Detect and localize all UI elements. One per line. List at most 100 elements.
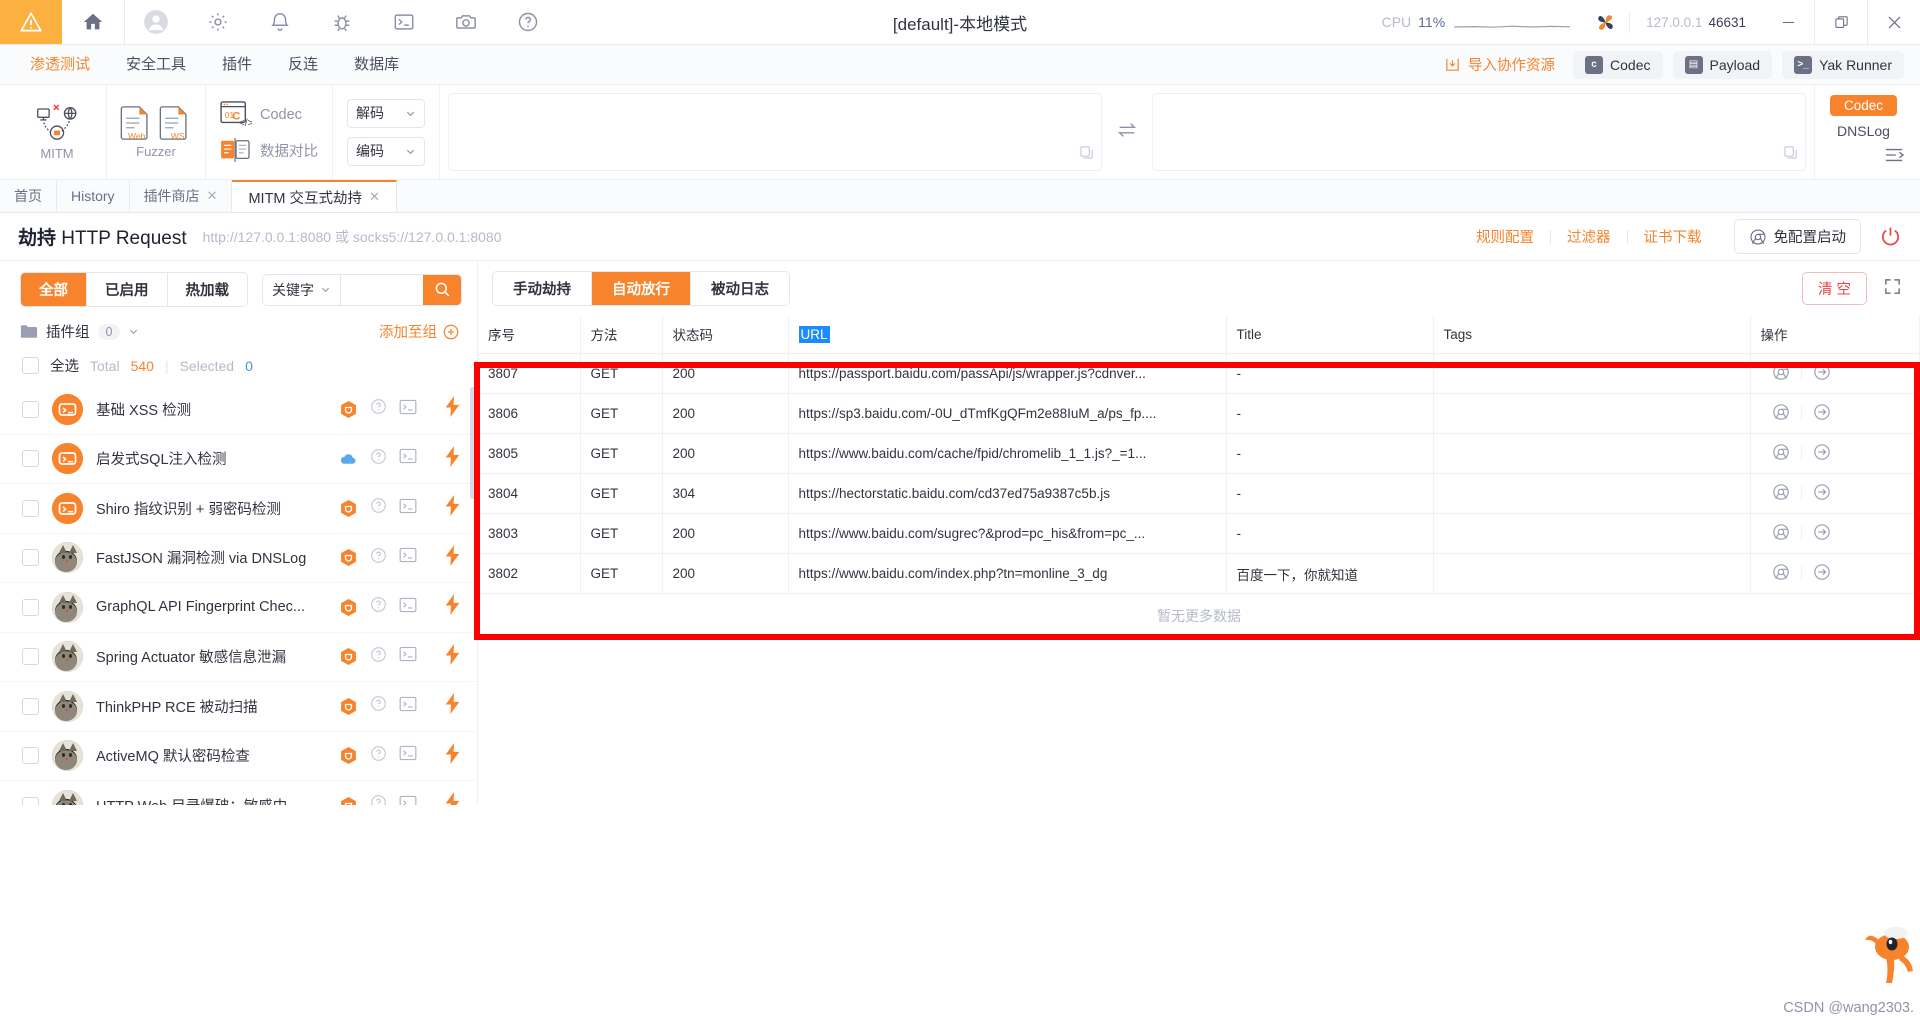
bug-icon[interactable] (311, 0, 373, 45)
close-icon[interactable]: ✕ (369, 189, 380, 205)
terminal-icon[interactable] (399, 498, 417, 519)
import-resource-button[interactable]: 导入协作资源 (1436, 50, 1563, 79)
table-row[interactable]: 3802 GET 200 https://www.baidu.com/index.ph… (478, 553, 1920, 594)
home-icon[interactable] (62, 0, 124, 45)
column-header-id[interactable]: 序号 (478, 315, 581, 354)
plugin-list-item[interactable]: Spring Actuator 敏感信息泄漏 (0, 633, 477, 682)
run-plugin-icon[interactable] (444, 594, 461, 620)
forward-request-icon[interactable] (1802, 363, 1842, 384)
open-in-browser-icon[interactable] (1761, 443, 1801, 464)
column-header-url[interactable]: URL (788, 315, 1227, 354)
plugin-list-item[interactable]: 基础 XSS 检测 (0, 385, 477, 435)
terminal-icon[interactable] (399, 399, 417, 420)
camera-icon[interactable] (435, 0, 497, 45)
column-header-ops[interactable]: 操作 (1750, 315, 1920, 354)
copy-icon[interactable] (1079, 145, 1094, 165)
plugin-checkbox[interactable] (22, 549, 39, 567)
chevron-down-icon[interactable] (128, 326, 139, 337)
table-row[interactable]: 3803 GET 200 https://www.baidu.com/sugrec?&… (478, 513, 1920, 554)
add-to-group-button[interactable]: 添加至组 (379, 321, 459, 342)
filter-enabled-button[interactable]: 已启用 (87, 273, 168, 306)
tab-plugin-store[interactable]: 插件商店 ✕ (129, 180, 233, 212)
help-icon[interactable] (370, 745, 387, 767)
help-icon[interactable] (370, 398, 387, 420)
codec-rail-pill[interactable]: Codec (1829, 95, 1898, 116)
plugin-list-item[interactable]: FastJSON 漏洞检测 via DNSLog (0, 534, 477, 583)
plugin-list-item[interactable]: ThinkPHP RCE 被动扫描 (0, 682, 477, 732)
fuzzer-button[interactable]: Web WS Fuzzer (120, 105, 189, 159)
forward-request-icon[interactable] (1802, 483, 1842, 504)
tab-home[interactable]: 首页 (0, 180, 57, 212)
plugin-checkbox[interactable] (22, 450, 39, 468)
run-plugin-icon[interactable] (444, 643, 461, 670)
tab-mitm-hijack[interactable]: MITM 交互式劫持 ✕ (232, 180, 397, 212)
run-plugin-icon[interactable] (444, 544, 461, 571)
column-header-title[interactable]: Title (1226, 315, 1434, 354)
close-icon[interactable]: ✕ (207, 188, 218, 204)
payload-quick-button[interactable]: ▤ Payload (1672, 50, 1773, 79)
no-config-launch-button[interactable]: 免配置启动 (1733, 219, 1861, 254)
plugin-checkbox[interactable] (22, 648, 39, 666)
terminal-icon[interactable] (399, 646, 417, 667)
menu-item-database[interactable]: 数据库 (336, 45, 417, 85)
plugin-list-item[interactable]: 启发式SQL注入检测 (0, 435, 477, 484)
pinwheel-icon[interactable] (1582, 11, 1629, 34)
run-plugin-icon[interactable] (444, 495, 461, 521)
table-row[interactable]: 3805 GET 200 https://www.baidu.com/cache/fp… (478, 433, 1920, 474)
power-icon[interactable] (1879, 225, 1902, 248)
filter-all-button[interactable]: 全部 (21, 273, 87, 306)
tab-passive-log[interactable]: 被动日志 (691, 272, 789, 305)
open-in-browser-icon[interactable] (1761, 483, 1801, 504)
plugin-list-scrollbar[interactable] (470, 387, 475, 499)
mitm-button[interactable]: MITM (24, 103, 90, 161)
terminal-icon[interactable] (399, 448, 417, 469)
codec-input-box[interactable] (448, 93, 1102, 171)
user-icon[interactable] (125, 0, 187, 45)
help-icon[interactable] (370, 547, 387, 569)
close-icon[interactable] (1868, 0, 1920, 45)
plugin-list-item[interactable]: ActiveMQ 默认密码检查 (0, 732, 477, 781)
help-icon[interactable] (370, 794, 387, 805)
search-type-select[interactable]: 关键字 (263, 274, 341, 305)
cert-download-link[interactable]: 证书下载 (1628, 226, 1718, 247)
clear-button[interactable]: 清 空 (1801, 272, 1867, 305)
open-in-browser-icon[interactable] (1761, 363, 1801, 384)
menu-item-security-tools[interactable]: 安全工具 (108, 45, 204, 85)
tab-history[interactable]: History (57, 180, 130, 212)
plugin-list-item[interactable]: GraphQL API Fingerprint Chec... (0, 583, 477, 633)
codec-output-box[interactable] (1152, 93, 1806, 171)
terminal-icon[interactable] (373, 0, 435, 45)
tab-auto-forward[interactable]: 自动放行 (592, 272, 691, 305)
plugin-checkbox[interactable] (22, 697, 39, 715)
help-icon[interactable] (497, 0, 559, 45)
dnslog-rail-label[interactable]: DNSLog (1837, 123, 1890, 139)
open-in-browser-icon[interactable] (1761, 563, 1801, 584)
search-button[interactable] (423, 274, 461, 305)
codec-tool-button[interactable]: 01 C </> Codec (220, 101, 318, 129)
plugin-checkbox[interactable] (22, 400, 39, 418)
run-plugin-icon[interactable] (444, 396, 461, 422)
codec-quick-button[interactable]: c Codec (1573, 50, 1663, 79)
yak-runner-quick-button[interactable]: >_ Yak Runner (1782, 50, 1904, 79)
run-plugin-icon[interactable] (444, 693, 461, 719)
help-icon[interactable] (370, 596, 387, 618)
plugin-list-item[interactable]: Shiro 指纹识别 + 弱密码检测 (0, 484, 477, 534)
terminal-icon[interactable] (399, 597, 417, 618)
plugin-checkbox[interactable] (22, 796, 39, 805)
search-input[interactable] (341, 274, 423, 305)
encode-select[interactable]: 编码 (347, 136, 425, 166)
table-row[interactable]: 3806 GET 200 https://sp3.baidu.com/-0U_dTmf… (478, 393, 1920, 434)
run-plugin-icon[interactable] (444, 445, 461, 472)
plugin-checkbox[interactable] (22, 598, 39, 616)
open-in-browser-icon[interactable] (1761, 403, 1801, 424)
terminal-icon[interactable] (399, 696, 417, 717)
forward-request-icon[interactable] (1802, 403, 1842, 424)
terminal-icon[interactable] (399, 547, 417, 568)
forward-request-icon[interactable] (1802, 563, 1842, 584)
plugin-list[interactable]: 基础 XSS 检测 启发式SQL注入检测 Shiro 指纹识别 + 弱密码检测 Fas… (0, 385, 477, 805)
copy-icon[interactable] (1783, 145, 1798, 165)
menu-item-reverse[interactable]: 反连 (270, 45, 336, 85)
help-icon[interactable] (370, 646, 387, 668)
table-row[interactable]: 3807 GET 200 https://passport.baidu.com/pas… (478, 353, 1920, 394)
help-icon[interactable] (370, 448, 387, 470)
